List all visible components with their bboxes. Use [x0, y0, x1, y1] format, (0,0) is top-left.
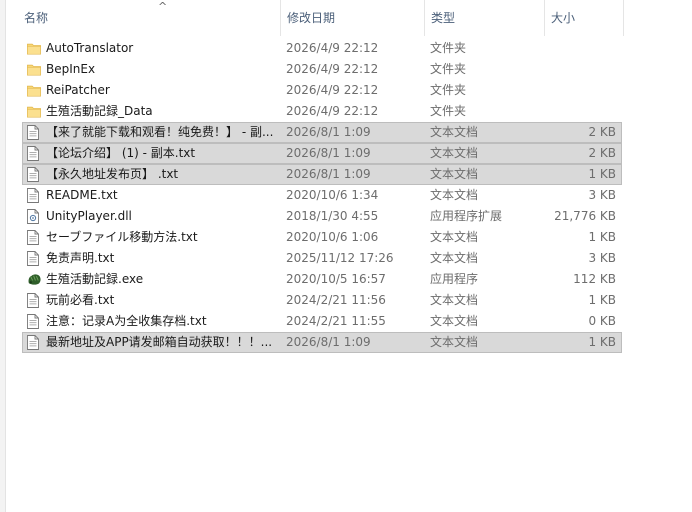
column-header-size-label: 大小	[551, 11, 576, 25]
file-modified-date: 2020/10/6 1:34	[286, 188, 379, 202]
file-row[interactable]: 【来了就能下载和观看！纯免费！】 - 副... 2026/8/1 1:09 文本文档…	[22, 122, 622, 143]
file-type: 文件夹	[430, 41, 467, 55]
file-size: 1 KB	[588, 293, 616, 307]
file-list: AutoTranslator 2026/4/9 22:12 文件夹 BepInEx 20…	[22, 38, 622, 353]
file-name: 【来了就能下载和观看！纯免费！】 - 副...	[46, 125, 274, 139]
file-name: 注意：记录A为全收集存档.txt	[46, 314, 207, 328]
file-size: 1 KB	[588, 335, 616, 349]
file-size: 112 KB	[573, 272, 616, 286]
file-name: BepInEx	[46, 62, 96, 76]
file-modified-date: 2020/10/6 1:06	[286, 230, 379, 244]
navigation-pane-edge	[0, 0, 6, 512]
file-name: AutoTranslator	[46, 41, 134, 55]
file-modified-date: 2026/8/1 1:09	[286, 167, 371, 181]
text-file-icon	[27, 293, 41, 308]
column-header-bar: 名称 ^ 修改日期 类型 大小	[6, 0, 626, 36]
file-size: 1 KB	[588, 167, 616, 181]
file-type: 文本文档	[430, 125, 479, 139]
file-name: 【论坛介绍】 (1) - 副本.txt	[46, 146, 196, 160]
text-file-icon	[27, 335, 41, 350]
file-name: README.txt	[46, 188, 118, 202]
folder-icon	[27, 41, 41, 56]
file-row[interactable]: BepInEx 2026/4/9 22:12 文件夹	[22, 59, 622, 80]
folder-icon	[27, 104, 41, 119]
file-type: 文本文档	[430, 251, 479, 265]
column-header-date[interactable]: 修改日期	[280, 0, 424, 36]
column-header-date-label: 修改日期	[287, 11, 336, 25]
file-size: 21,776 KB	[554, 209, 616, 223]
file-type: 文本文档	[430, 335, 479, 349]
file-name: 生殖活動記録_Data	[46, 104, 153, 118]
file-type: 应用程序	[430, 272, 479, 286]
file-type: 文件夹	[430, 83, 467, 97]
text-file-icon	[27, 188, 41, 203]
text-file-icon	[27, 251, 41, 266]
sort-ascending-icon: ^	[158, 0, 168, 13]
file-row[interactable]: 【论坛介绍】 (1) - 副本.txt 2026/8/1 1:09 文本文档 2 KB	[22, 143, 622, 164]
file-modified-date: 2026/4/9 22:12	[286, 104, 379, 118]
file-name: 最新地址及APP请发邮箱自动获取！！！...	[46, 335, 273, 349]
file-row[interactable]: AutoTranslator 2026/4/9 22:12 文件夹	[22, 38, 622, 59]
file-modified-date: 2026/4/9 22:12	[286, 62, 379, 76]
file-modified-date: 2024/2/21 11:55	[286, 314, 386, 328]
file-row[interactable]: UnityPlayer.dll 2018/1/30 4:55 应用程序扩展 21,77…	[22, 206, 622, 227]
file-row[interactable]: 生殖活動記録_Data 2026/4/9 22:12 文件夹	[22, 101, 622, 122]
file-type: 文本文档	[430, 188, 479, 202]
file-name: セーブファイル移動方法.txt	[46, 230, 198, 244]
text-file-icon	[27, 314, 41, 329]
file-modified-date: 2026/8/1 1:09	[286, 335, 371, 349]
text-file-icon	[27, 167, 41, 182]
file-type: 文本文档	[430, 314, 479, 328]
text-file-icon	[27, 125, 41, 140]
file-type: 文本文档	[430, 293, 479, 307]
file-row[interactable]: 注意：记录A为全收集存档.txt 2024/2/21 11:55 文本文档 0 KB	[22, 311, 622, 332]
file-size: 2 KB	[588, 125, 616, 139]
file-modified-date: 2024/2/21 11:56	[286, 293, 386, 307]
file-modified-date: 2020/10/5 16:57	[286, 272, 386, 286]
file-type: 文本文档	[430, 167, 479, 181]
file-modified-date: 2026/8/1 1:09	[286, 125, 371, 139]
text-file-icon	[27, 230, 41, 245]
file-row[interactable]: README.txt 2020/10/6 1:34 文本文档 3 KB	[22, 185, 622, 206]
file-size: 3 KB	[588, 251, 616, 265]
column-header-name-label: 名称	[24, 11, 49, 25]
file-name: 免责声明.txt	[46, 251, 115, 265]
folder-icon	[27, 62, 41, 77]
file-size: 0 KB	[588, 314, 616, 328]
file-modified-date: 2026/4/9 22:12	[286, 41, 379, 55]
dll-file-icon	[27, 209, 41, 224]
column-header-size[interactable]: 大小	[544, 0, 624, 36]
file-name: UnityPlayer.dll	[46, 209, 132, 223]
column-header-name[interactable]: 名称 ^	[18, 0, 280, 36]
file-modified-date: 2026/4/9 22:12	[286, 83, 379, 97]
file-row[interactable]: 【永久地址发布页】 .txt 2026/8/1 1:09 文本文档 1 KB	[22, 164, 622, 185]
file-modified-date: 2018/1/30 4:55	[286, 209, 379, 223]
file-type: 应用程序扩展	[430, 209, 503, 223]
column-header-type[interactable]: 类型	[424, 0, 544, 36]
file-size: 2 KB	[588, 146, 616, 160]
file-type: 文本文档	[430, 230, 479, 244]
file-size: 1 KB	[588, 230, 616, 244]
file-name: 玩前必看.txt	[46, 293, 115, 307]
file-type: 文件夹	[430, 104, 467, 118]
file-name: ReiPatcher	[46, 83, 110, 97]
file-modified-date: 2025/11/12 17:26	[286, 251, 394, 265]
exe-app-icon	[27, 272, 41, 287]
file-size: 3 KB	[588, 188, 616, 202]
file-row[interactable]: 免责声明.txt 2025/11/12 17:26 文本文档 3 KB	[22, 248, 622, 269]
file-row[interactable]: 玩前必看.txt 2024/2/21 11:56 文本文档 1 KB	[22, 290, 622, 311]
file-row[interactable]: ReiPatcher 2026/4/9 22:12 文件夹	[22, 80, 622, 101]
column-header-type-label: 类型	[431, 11, 456, 25]
text-file-icon	[27, 146, 41, 161]
file-type: 文件夹	[430, 62, 467, 76]
file-name: 【永久地址发布页】 .txt	[46, 167, 179, 181]
file-row[interactable]: 最新地址及APP请发邮箱自动获取！！！... 2026/8/1 1:09 文本文档 1…	[22, 332, 622, 353]
file-row[interactable]: セーブファイル移動方法.txt 2020/10/6 1:06 文本文档 1 KB	[22, 227, 622, 248]
file-name: 生殖活動記録.exe	[46, 272, 144, 286]
file-type: 文本文档	[430, 146, 479, 160]
folder-icon	[27, 83, 41, 98]
file-row[interactable]: 生殖活動記録.exe 2020/10/5 16:57 应用程序 112 KB	[22, 269, 622, 290]
file-modified-date: 2026/8/1 1:09	[286, 146, 371, 160]
